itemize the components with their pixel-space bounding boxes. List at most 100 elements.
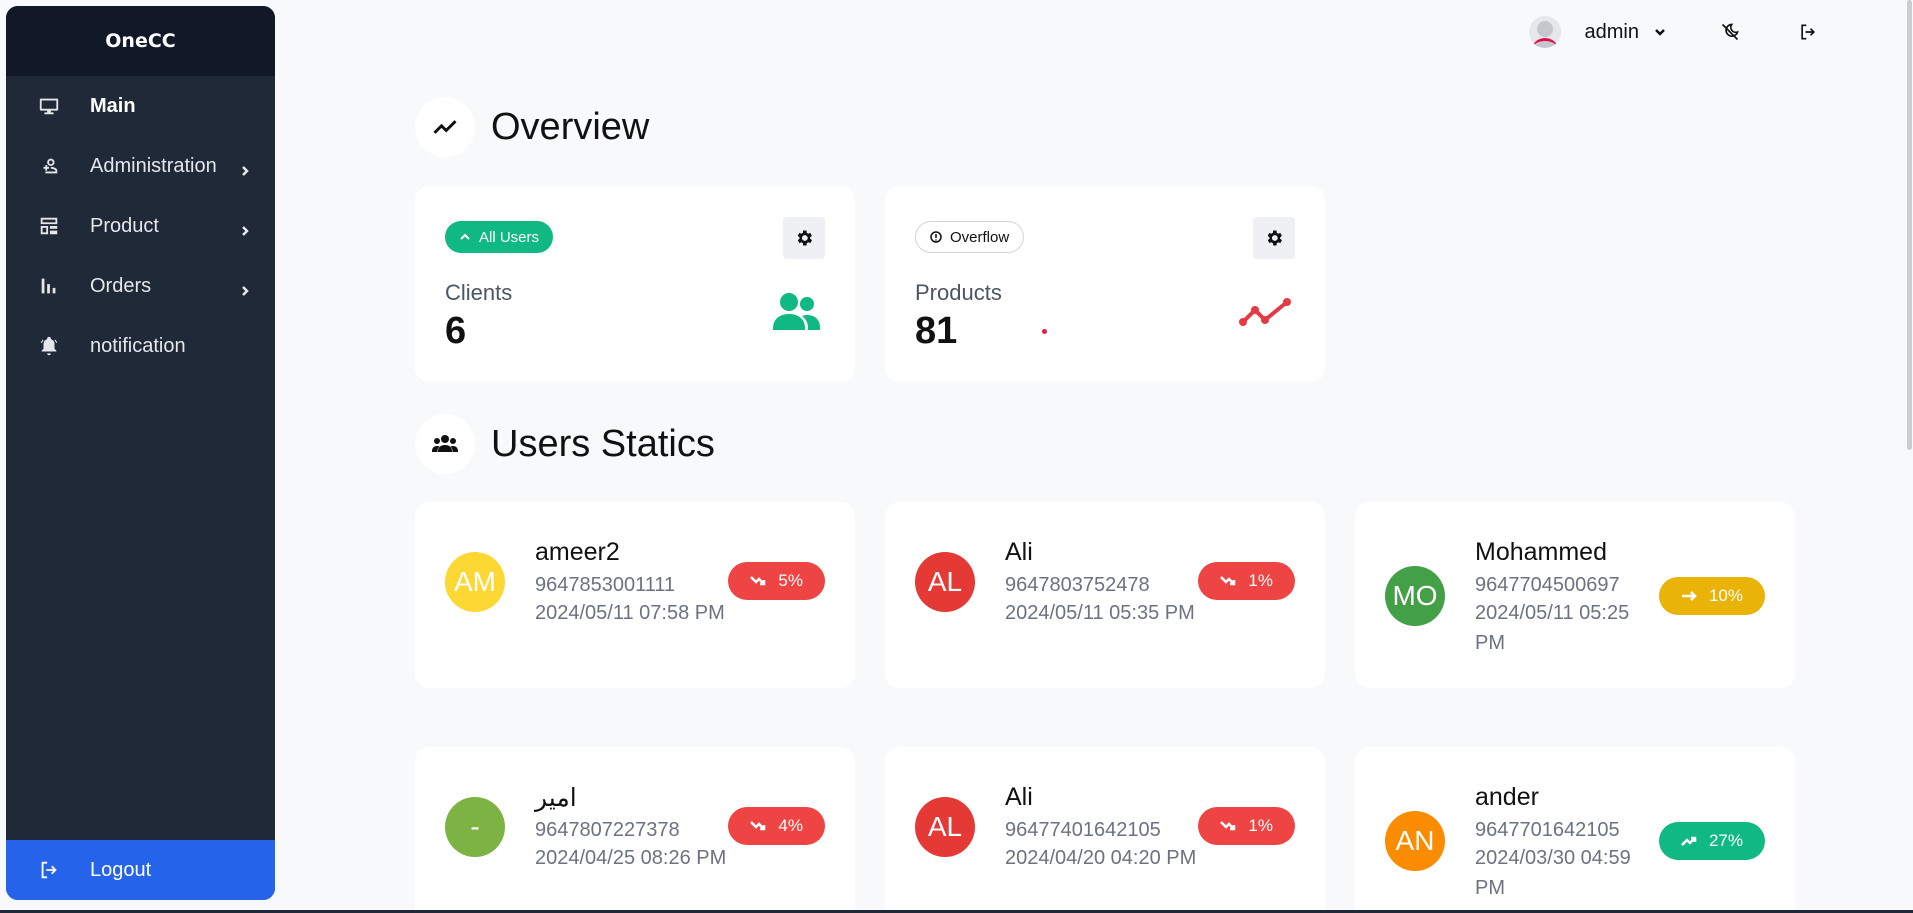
user-phone: 9647803752478 (1005, 574, 1150, 596)
sidebar-item-main[interactable]: Main (6, 76, 275, 136)
sidebar-item-label: Administration (90, 154, 217, 177)
product-icon (34, 211, 64, 241)
arrow-right-icon (1681, 591, 1697, 601)
user-phone: 96477401642105 (1005, 819, 1161, 841)
settings-button[interactable] (783, 217, 825, 259)
avatar: MO (1385, 566, 1445, 626)
logout-icon (1801, 24, 1816, 40)
brand-logo: OneCC (6, 6, 275, 76)
logout-top-button[interactable] (1793, 17, 1823, 47)
trend-value: 10% (1708, 586, 1743, 605)
trend-value: 4% (778, 816, 803, 835)
products-card: Overflow Products 81 (885, 186, 1325, 382)
sidebar: OneCC Main Administration Product Orders… (6, 6, 275, 900)
sidebar-item-notification[interactable]: notification (6, 316, 275, 376)
trend-badge: 5% (728, 562, 825, 600)
sidebar-item-product[interactable]: Product (6, 196, 275, 256)
trend-value: 5% (778, 571, 803, 590)
avatar: AL (915, 797, 975, 857)
sidebar-item-orders[interactable]: Orders (6, 256, 275, 316)
user-name: ander (1475, 783, 1539, 811)
all-users-badge[interactable]: All Users (445, 221, 554, 253)
user-card[interactable]: AL Ali 9647803752478 2024/05/11 05:35 PM… (885, 502, 1325, 688)
gear-icon (1267, 230, 1282, 246)
logout-button[interactable]: Logout (6, 840, 275, 900)
stat-label: Products (915, 280, 1002, 305)
users-statics-heading: Users Statics (415, 414, 715, 474)
chevron-right-icon (239, 160, 251, 176)
sidebar-item-label: notification (90, 334, 186, 357)
logout-icon (34, 855, 64, 885)
user-card[interactable]: AL Ali 96477401642105 2024/04/20 04:20 P… (885, 747, 1325, 913)
stat-value: 81 (915, 310, 958, 352)
user-date: 2024/05/11 05:25 PM (1475, 602, 1630, 654)
sidebar-item-label: Orders (90, 274, 152, 297)
info-circle-icon (930, 231, 942, 243)
user-card[interactable]: - امير 9647807227378 2024/04/25 08:26 PM… (415, 747, 855, 913)
logout-label: Logout (90, 858, 152, 881)
sidebar-item-administration[interactable]: Administration (6, 136, 275, 196)
scrollbar-thumb[interactable] (1907, 0, 1912, 450)
badge-label: Overflow (950, 228, 1010, 246)
user-date: 2024/05/11 07:58 PM (535, 602, 725, 624)
user-add-icon (34, 151, 64, 181)
user-card[interactable]: AM ameer2 9647853001111 2024/05/11 07:58… (415, 502, 855, 688)
trend-value: 1% (1248, 816, 1273, 835)
trend-line-icon (415, 97, 475, 157)
trend-value: 27% (1708, 831, 1743, 850)
section-title: Users Statics (491, 422, 715, 465)
sidebar-item-label: Main (90, 94, 136, 117)
chevron-down-icon (1653, 25, 1667, 39)
avatar (1528, 16, 1561, 48)
monitor-icon (34, 91, 64, 121)
overview-heading: Overview (415, 97, 649, 157)
scrollbar[interactable] (1906, 0, 1913, 913)
avatar: AN (1385, 811, 1445, 871)
user-phone: 9647701642105 (1475, 819, 1620, 841)
gear-icon (797, 230, 812, 246)
trend-badge: 10% (1658, 577, 1765, 615)
user-phone: 9647853001111 (535, 574, 676, 596)
page-title: Overview (491, 105, 650, 148)
clients-card: All Users Clients 6 (415, 186, 855, 382)
bell-icon (34, 331, 64, 361)
overflow-badge[interactable]: Overflow (915, 221, 1025, 253)
badge-label: All Users (479, 228, 540, 246)
sidebar-item-label: Product (90, 214, 159, 237)
topbar: admin (1528, 14, 1823, 50)
moon-icon (1721, 23, 1739, 41)
theme-toggle-button[interactable] (1715, 17, 1745, 47)
user-date: 2024/05/11 05:35 PM (1005, 602, 1195, 624)
trend-value: 1% (1248, 571, 1273, 590)
trending-up-icon (1681, 836, 1697, 846)
trending-down-icon (1220, 821, 1236, 831)
users-group-icon (415, 414, 475, 474)
user-date: 2024/03/30 04:59 PM (1475, 847, 1631, 899)
stat-value: 6 (445, 310, 467, 352)
user-phone: 9647704500697 (1475, 574, 1620, 596)
user-name: امير (535, 784, 577, 812)
trending-down-icon (750, 576, 766, 586)
user-menu[interactable]: admin (1528, 16, 1667, 48)
trend-badge: 4% (728, 807, 825, 845)
chevron-right-icon (239, 280, 251, 296)
user-phone: 9647807227378 (535, 819, 680, 841)
user-name: Ali (1005, 538, 1033, 566)
user-name: Mohammed (1475, 538, 1607, 566)
status-dot (1042, 329, 1047, 334)
user-card[interactable]: MO Mohammed 9647704500697 2024/05/11 05:… (1355, 502, 1795, 688)
stat-label: Clients (445, 280, 513, 305)
user-date: 2024/04/25 08:26 PM (535, 847, 727, 869)
avatar: AM (445, 552, 505, 612)
user-name: ameer2 (535, 538, 620, 566)
chevron-up-icon (460, 233, 470, 240)
avatar: AL (915, 552, 975, 612)
trend-badge: 1% (1198, 562, 1295, 600)
trend-badge: 1% (1198, 807, 1295, 845)
users-icon (773, 293, 820, 330)
avatar: - (445, 797, 505, 857)
user-card[interactable]: AN ander 9647701642105 2024/03/30 04:59 … (1355, 747, 1795, 913)
chevron-right-icon (239, 220, 251, 236)
trending-down-icon (750, 821, 766, 831)
settings-button[interactable] (1253, 217, 1295, 259)
